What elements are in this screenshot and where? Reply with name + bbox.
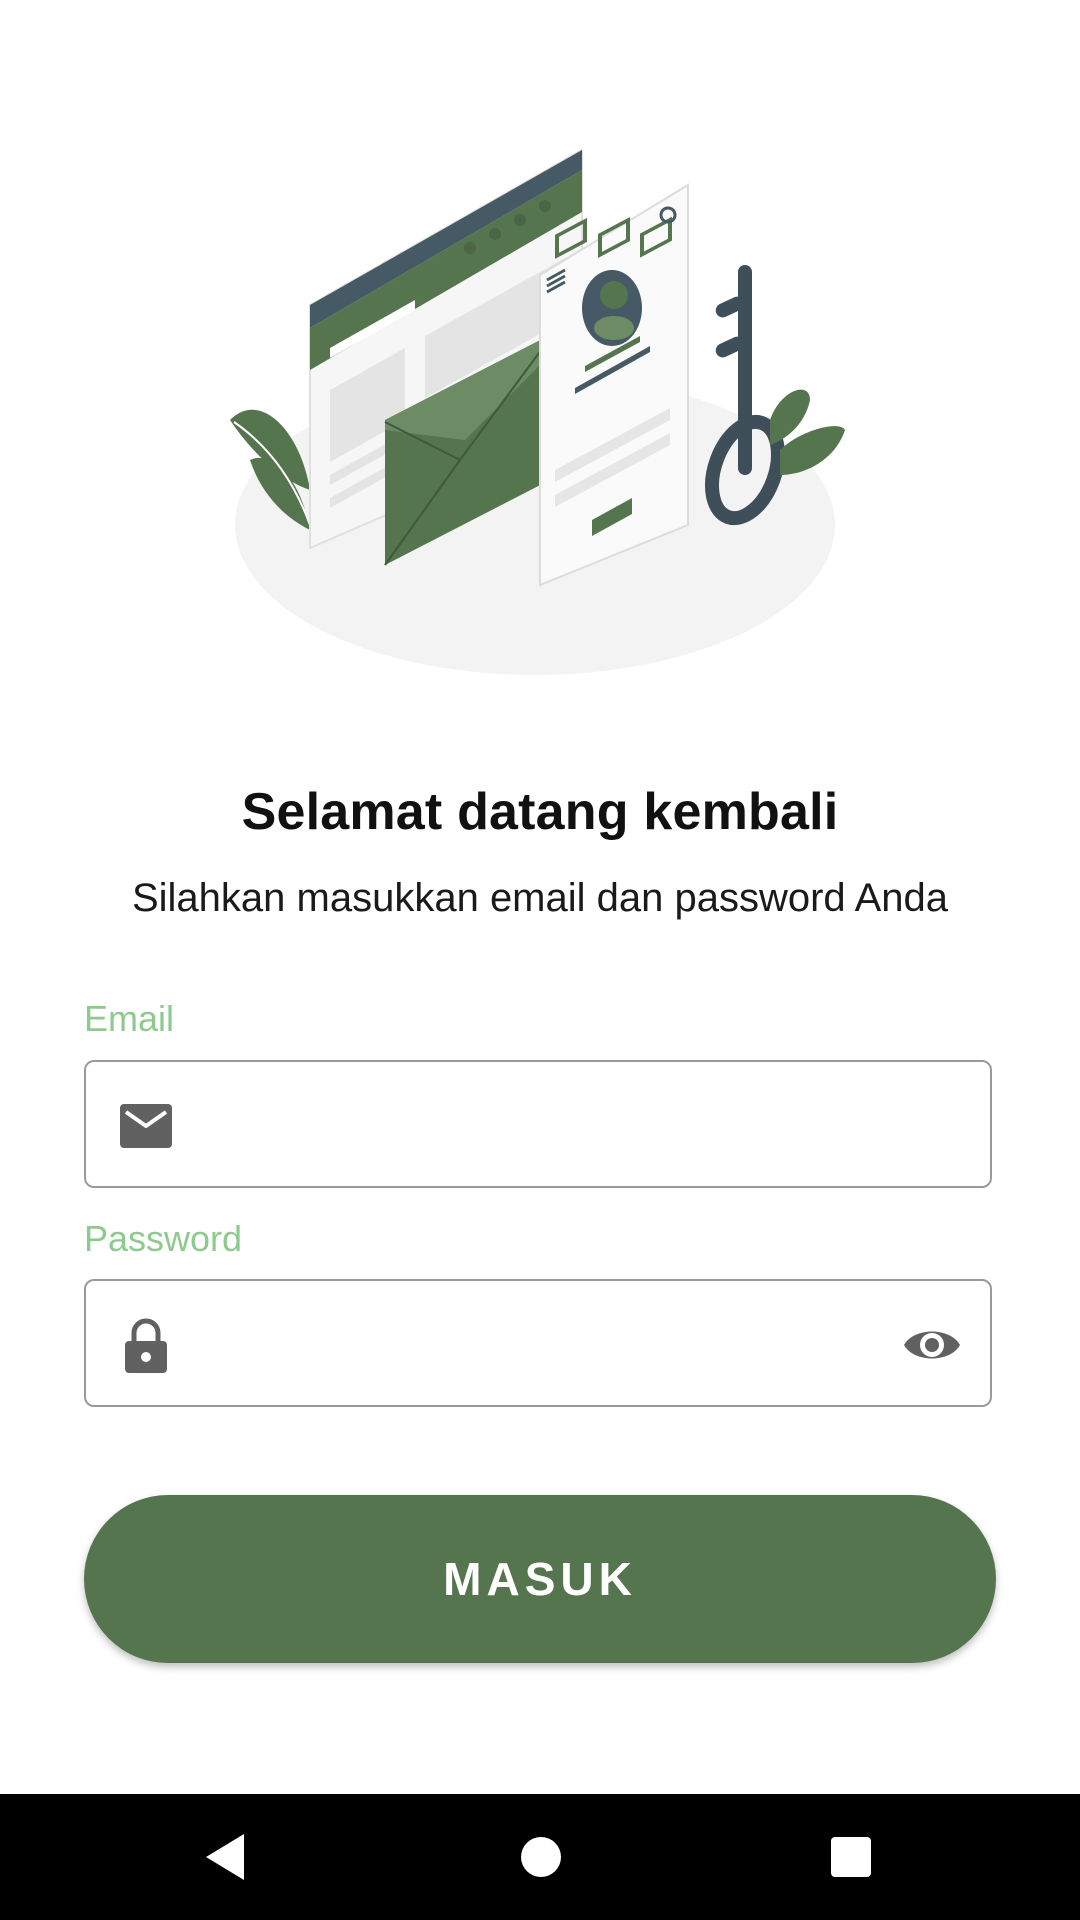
recents-icon[interactable]	[818, 1824, 884, 1890]
system-navigation-bar	[0, 1794, 1080, 1920]
password-input[interactable]	[206, 1305, 890, 1387]
email-label: Email	[84, 998, 175, 1039]
login-illustration	[230, 148, 845, 675]
lock-icon	[125, 1318, 167, 1373]
login-screen: Selamat datang kembali Silahkan masukkan…	[0, 0, 1080, 1920]
password-field[interactable]	[84, 1279, 992, 1407]
page-subtitle: Silahkan masukkan email dan password And…	[131, 876, 949, 920]
login-button[interactable]: MASUK	[84, 1495, 996, 1663]
back-icon[interactable]	[192, 1824, 258, 1890]
email-input[interactable]	[206, 1086, 890, 1168]
page-title: Selamat datang kembali	[241, 783, 839, 841]
password-label: Password	[84, 1218, 243, 1259]
eye-icon[interactable]	[902, 1317, 962, 1373]
plant-right-icon	[770, 389, 845, 475]
email-field[interactable]	[84, 1060, 992, 1188]
home-icon[interactable]	[508, 1824, 574, 1890]
email-icon	[120, 1104, 172, 1148]
